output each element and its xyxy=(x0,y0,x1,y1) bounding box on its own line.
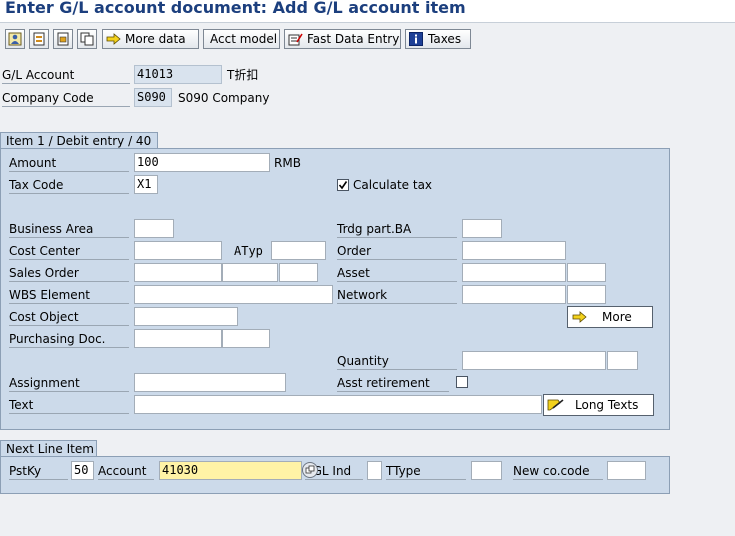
atyp-label: ATyp xyxy=(234,244,263,258)
pstky-label: PstKy xyxy=(9,463,68,480)
sales-order-field[interactable] xyxy=(134,263,222,282)
asset-label: Asset xyxy=(337,265,457,282)
arrow-right-icon xyxy=(572,311,588,323)
sgl-ind-field[interactable] xyxy=(367,461,382,480)
acct-model-label: Acct model xyxy=(210,32,278,46)
text-field[interactable] xyxy=(134,395,542,414)
asset-subnumber-field[interactable] xyxy=(567,263,606,282)
trdg-part-ba-label: Trdg part.BA xyxy=(337,221,457,238)
edit-document-icon xyxy=(287,32,303,46)
long-texts-label: Long Texts xyxy=(575,398,639,412)
pstky-field[interactable]: 50 xyxy=(71,461,94,480)
f4-help-icon[interactable] xyxy=(302,462,318,478)
sales-order-label: Sales Order xyxy=(9,265,129,282)
purchasing-doc-field[interactable] xyxy=(134,329,222,348)
tax-code-field[interactable]: X1 xyxy=(134,175,158,194)
more-data-button[interactable]: More data xyxy=(102,29,199,49)
trdg-part-ba-field[interactable] xyxy=(462,219,502,238)
new-cocode-label: New co.code xyxy=(513,463,603,480)
title-bar: Enter G/L account document: Add G/L acco… xyxy=(0,0,735,23)
more-data-label: More data xyxy=(125,32,186,46)
assignment-field[interactable] xyxy=(134,373,286,392)
assignment-label: Assignment xyxy=(9,375,129,392)
purchasing-doc-label: Purchasing Doc. xyxy=(9,331,129,348)
more-button[interactable]: More xyxy=(567,306,653,328)
acct-model-button[interactable]: Acct model xyxy=(203,29,280,49)
page-title: Enter G/L account document: Add G/L acco… xyxy=(5,0,466,17)
copy-icon[interactable] xyxy=(77,29,97,49)
company-code-label: Company Code xyxy=(2,90,130,107)
asst-retirement-checkbox[interactable] xyxy=(456,376,468,388)
gl-account-text: T折扣 xyxy=(227,68,259,82)
company-code-text: S090 Company xyxy=(178,91,270,105)
long-texts-button[interactable]: Long Texts xyxy=(543,394,654,416)
atyp-field[interactable] xyxy=(271,241,326,260)
calculate-tax-checkbox[interactable] xyxy=(337,179,349,191)
ttype-label: TType xyxy=(386,463,466,480)
text-label: Text xyxy=(9,397,129,414)
document-icon[interactable] xyxy=(53,29,73,49)
info-icon xyxy=(408,32,424,46)
order-label: Order xyxy=(337,243,457,260)
ttype-field[interactable] xyxy=(471,461,502,480)
wbs-element-field[interactable] xyxy=(134,285,333,304)
amount-field[interactable]: 100 xyxy=(134,153,270,172)
sales-order-item-field[interactable] xyxy=(222,263,278,282)
taxes-button[interactable]: Taxes xyxy=(405,29,471,49)
amount-label: Amount xyxy=(9,155,129,172)
cost-center-field[interactable] xyxy=(134,241,222,260)
application-toolbar: More data Acct model Fast Data Entry Tax… xyxy=(0,24,735,54)
quantity-label: Quantity xyxy=(337,353,457,370)
account-label: Account xyxy=(98,463,154,480)
tax-code-label: Tax Code xyxy=(9,177,129,194)
gl-account-field[interactable]: 41013 xyxy=(134,65,222,84)
network-activity-field[interactable] xyxy=(567,285,606,304)
new-cocode-field[interactable] xyxy=(607,461,646,480)
cost-center-label: Cost Center xyxy=(9,243,129,260)
asset-field[interactable] xyxy=(462,263,566,282)
arrow-right-icon xyxy=(105,32,121,46)
currency-label: RMB xyxy=(274,156,301,170)
pencil-note-icon xyxy=(547,398,565,412)
fast-data-entry-button[interactable]: Fast Data Entry xyxy=(284,29,401,49)
account-field[interactable]: 41030 xyxy=(159,461,302,480)
network-label: Network xyxy=(337,287,457,304)
fast-data-entry-label: Fast Data Entry xyxy=(307,32,400,46)
order-field[interactable] xyxy=(462,241,566,260)
asst-retirement-label: Asst retirement xyxy=(337,375,449,392)
gl-account-label: G/L Account xyxy=(2,67,130,84)
wbs-element-label: WBS Element xyxy=(9,287,129,304)
company-code-field[interactable]: S090 xyxy=(134,88,172,107)
cost-object-label: Cost Object xyxy=(9,309,129,326)
person-icon[interactable] xyxy=(5,29,25,49)
quantity-unit-field[interactable] xyxy=(607,351,638,370)
next-line-item-tab: Next Line Item xyxy=(0,440,97,457)
purchasing-doc-item-field[interactable] xyxy=(222,329,270,348)
quantity-field[interactable] xyxy=(462,351,606,370)
cost-object-field[interactable] xyxy=(134,307,238,326)
calculate-tax-label: Calculate tax xyxy=(353,178,433,192)
business-area-field[interactable] xyxy=(134,219,174,238)
sales-order-schedule-field[interactable] xyxy=(279,263,318,282)
item-group-tab: Item 1 / Debit entry / 40 xyxy=(0,132,158,149)
more-label: More xyxy=(602,310,632,324)
taxes-label: Taxes xyxy=(428,32,462,46)
overview-icon[interactable] xyxy=(29,29,49,49)
network-field[interactable] xyxy=(462,285,566,304)
business-area-label: Business Area xyxy=(9,221,129,238)
